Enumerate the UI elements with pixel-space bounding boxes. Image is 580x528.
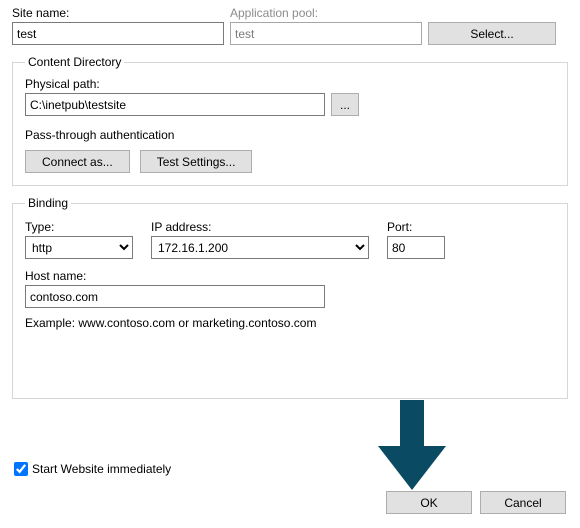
top-row: Site name: Application pool: Select... <box>12 6 568 45</box>
physical-path-input[interactable] <box>25 93 325 116</box>
test-settings-button[interactable]: Test Settings... <box>140 150 253 173</box>
ok-button[interactable]: OK <box>386 491 472 514</box>
host-name-example: Example: www.contoso.com or marketing.co… <box>25 316 555 330</box>
site-name-input[interactable] <box>12 22 224 45</box>
browse-path-button[interactable]: ... <box>331 93 359 116</box>
content-directory-legend: Content Directory <box>25 55 124 69</box>
ip-address-select[interactable]: 172.16.1.200 <box>151 236 369 259</box>
physical-path-label: Physical path: <box>25 77 555 91</box>
content-directory-group: Content Directory Physical path: ... Pas… <box>12 55 568 186</box>
start-immediately-input[interactable] <box>14 462 28 476</box>
port-label: Port: <box>387 220 445 234</box>
start-immediately-checkbox[interactable]: Start Website immediately <box>14 462 171 476</box>
cancel-button[interactable]: Cancel <box>480 491 566 514</box>
site-name-label: Site name: <box>12 6 224 20</box>
pass-through-auth-label: Pass-through authentication <box>25 128 555 142</box>
add-website-dialog: Site name: Application pool: Select... C… <box>0 0 580 528</box>
type-select[interactable]: http <box>25 236 133 259</box>
app-pool-label: Application pool: <box>230 6 422 20</box>
dialog-footer-buttons: OK Cancel <box>386 491 566 514</box>
select-app-pool-button[interactable]: Select... <box>428 22 556 45</box>
connect-as-button[interactable]: Connect as... <box>25 150 130 173</box>
type-label: Type: <box>25 220 133 234</box>
host-name-label: Host name: <box>25 269 555 283</box>
arrow-overlay-icon <box>378 400 446 490</box>
app-pool-input <box>230 22 422 45</box>
ip-address-label: IP address: <box>151 220 369 234</box>
port-input[interactable] <box>387 236 445 259</box>
host-name-input[interactable] <box>25 285 325 308</box>
binding-legend: Binding <box>25 196 71 210</box>
binding-group: Binding Type: http IP address: 172.16.1.… <box>12 196 568 399</box>
start-immediately-label: Start Website immediately <box>32 462 171 476</box>
